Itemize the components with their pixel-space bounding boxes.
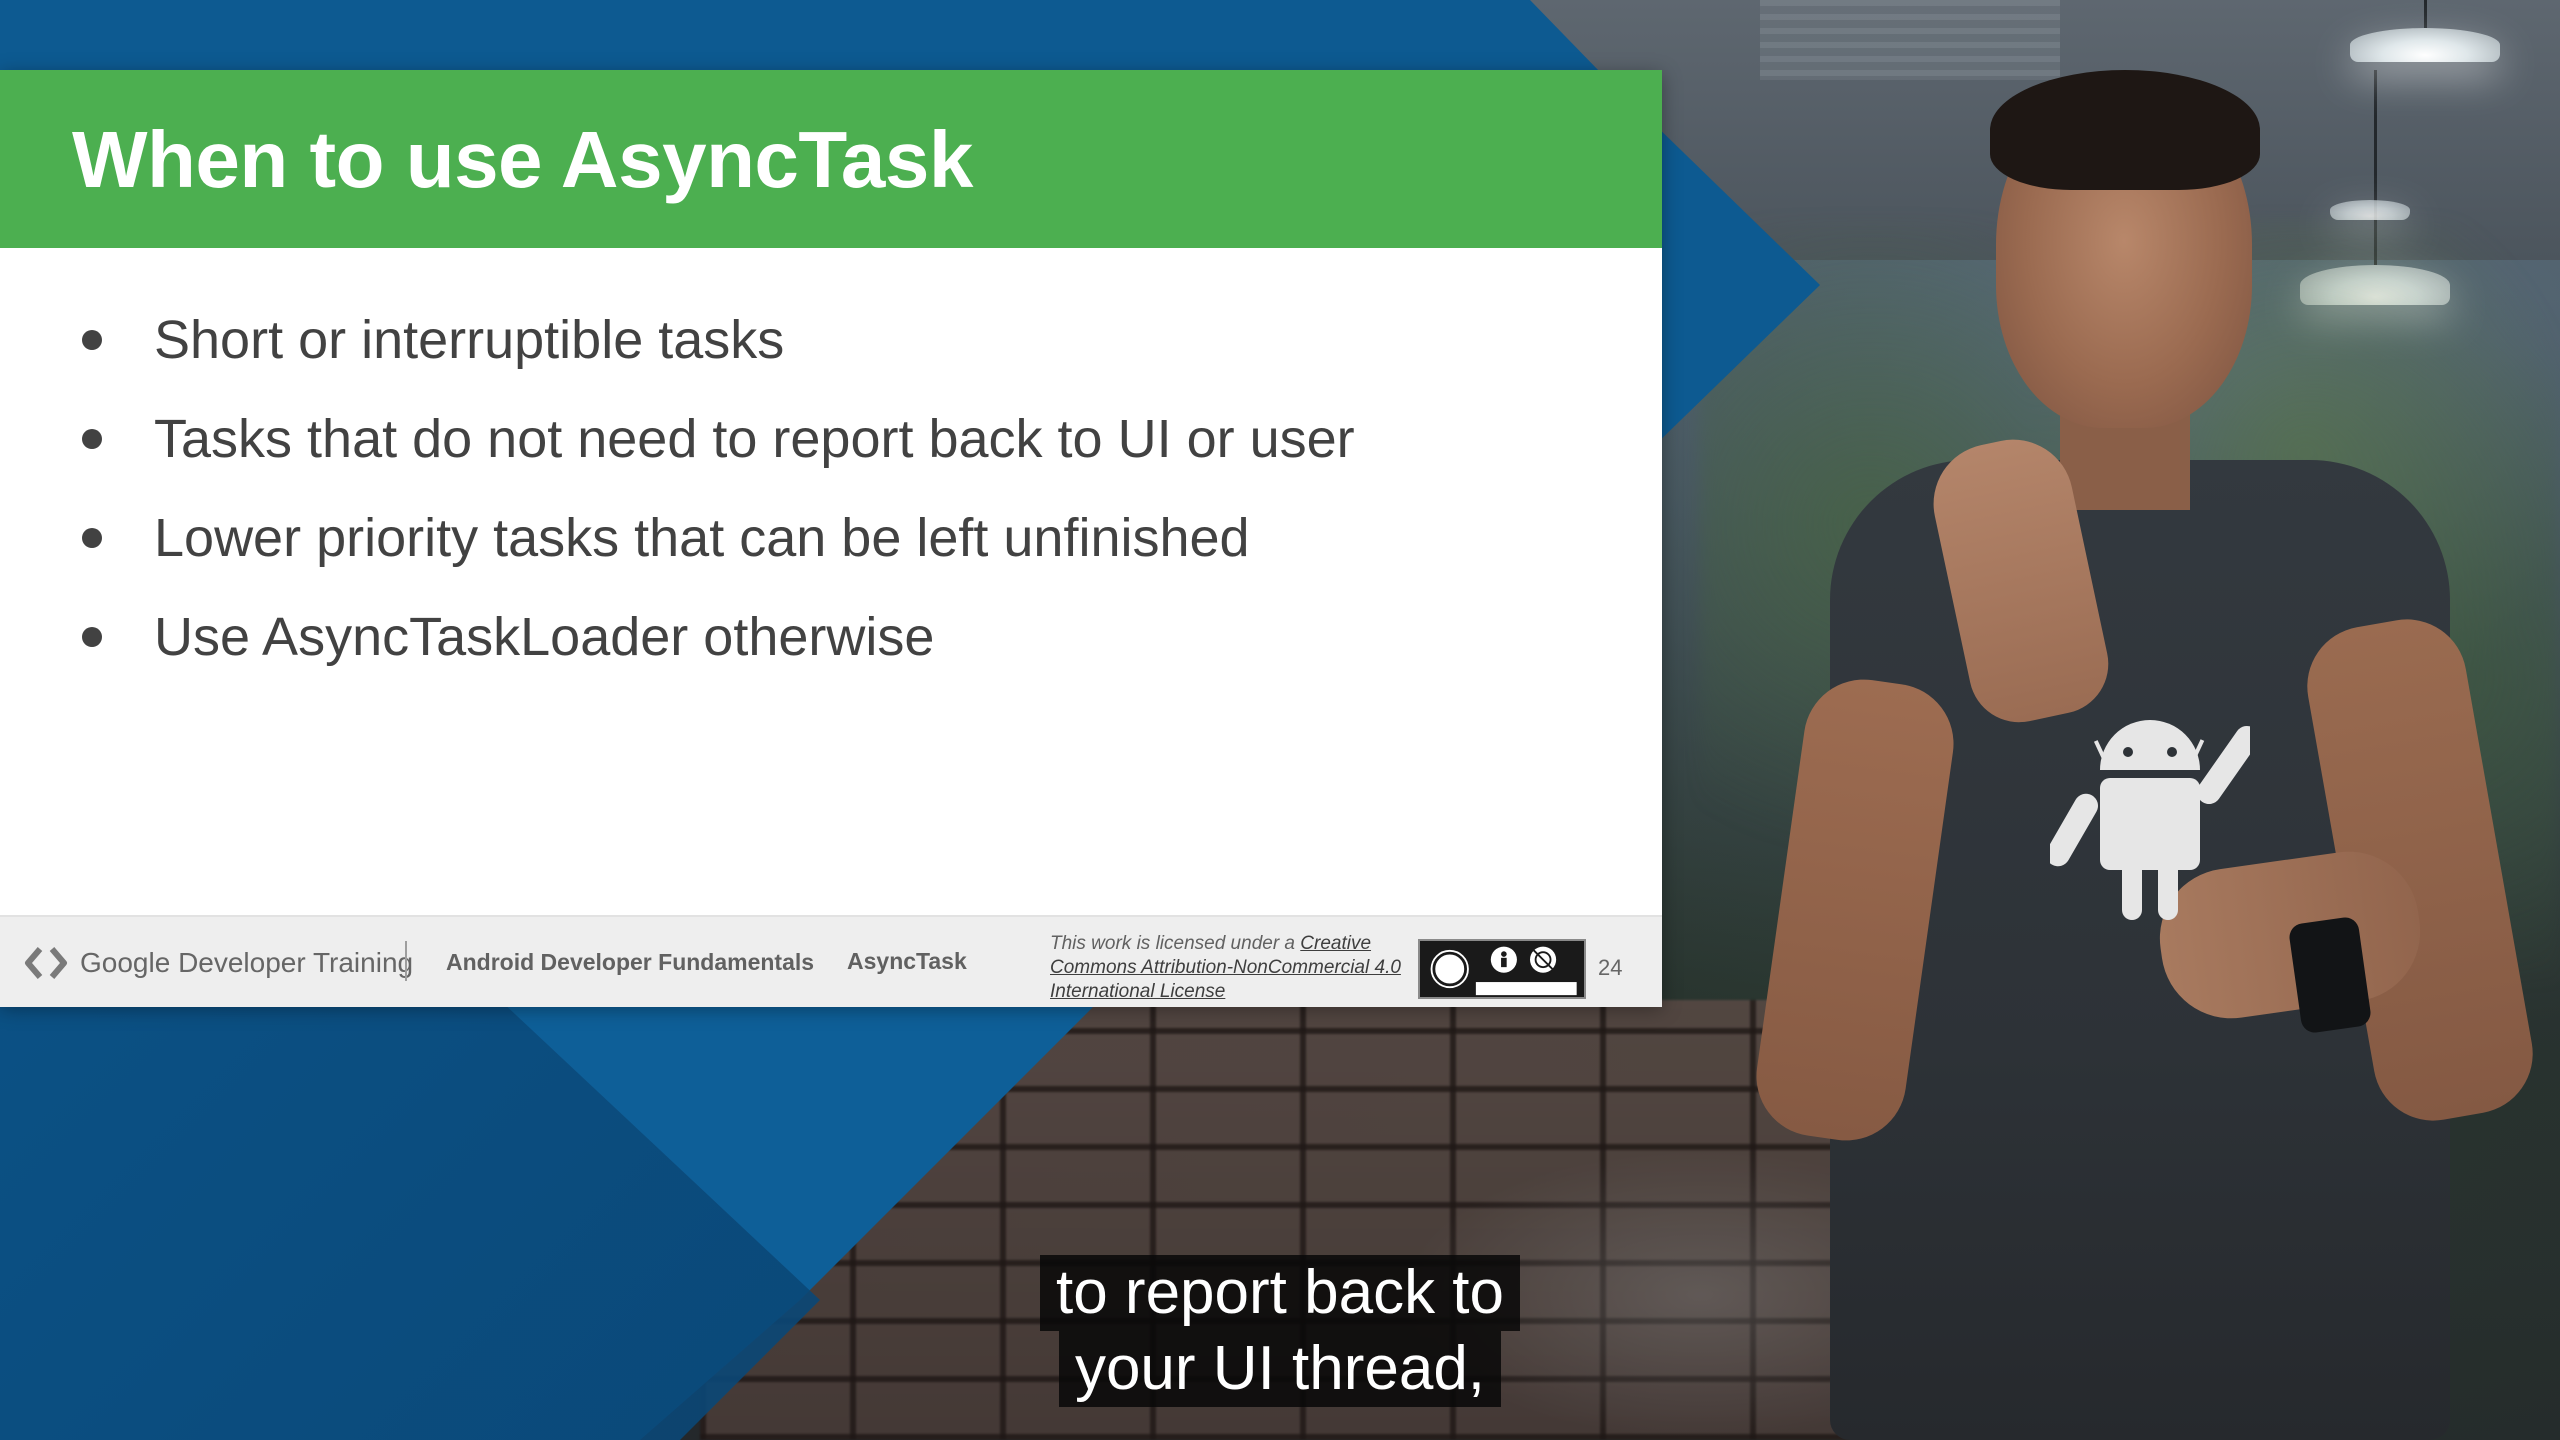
bullet-list: Short or interruptible tasks Tasks that … bbox=[82, 290, 1355, 686]
footer-brand: Google Developer Training bbox=[80, 947, 414, 978]
creative-commons-by-nc-badge-icon[interactable] bbox=[1418, 939, 1586, 999]
bullet-item: Tasks that do not need to report back to… bbox=[82, 389, 1355, 488]
footer-divider bbox=[405, 941, 407, 981]
lamp-cord bbox=[2424, 0, 2427, 30]
pendant-lamp bbox=[2350, 28, 2500, 62]
bullet-text: Tasks that do not need to report back to… bbox=[154, 408, 1355, 469]
google-developers-chevrons-icon bbox=[25, 947, 67, 979]
bullet-dot bbox=[82, 626, 102, 647]
bullet-item: Use AsyncTaskLoader otherwise bbox=[82, 587, 1355, 686]
caption-row: your UI thread, bbox=[0, 1331, 2560, 1407]
footer-course: Android Developer Fundamentals bbox=[446, 949, 815, 975]
presentation-slide: When to use AsyncTask Short or interrupt… bbox=[0, 70, 1662, 1007]
smartwatch bbox=[2287, 915, 2373, 1035]
slide-title: When to use AsyncTask bbox=[72, 115, 973, 204]
caption-line: to report back to bbox=[1039, 1255, 1521, 1331]
android-robot-icon bbox=[2050, 720, 2250, 920]
blue-banner-top bbox=[0, 0, 1600, 72]
caption-line: your UI thread, bbox=[1058, 1331, 1502, 1407]
slide-header: When to use AsyncTask bbox=[0, 70, 1662, 248]
page-number: 24 bbox=[1598, 955, 1623, 980]
license-prefix: This work is licensed under a bbox=[1050, 933, 1301, 954]
bullet-dot bbox=[82, 428, 102, 449]
presenter bbox=[1740, 60, 2560, 1440]
bullet-dot bbox=[82, 329, 102, 350]
bullet-dot bbox=[82, 527, 102, 548]
bullet-item: Short or interruptible tasks bbox=[82, 290, 1355, 389]
video-captions: to report back to your UI thread, bbox=[0, 1255, 2560, 1407]
footer-topic: AsyncTask bbox=[847, 948, 967, 974]
license-notice: This work is licensed under a Creative C… bbox=[1050, 932, 1410, 1004]
slide-footer: Google Developer Training Android Develo… bbox=[0, 915, 1662, 1007]
caption-row: to report back to bbox=[0, 1255, 2560, 1331]
presenter-hair bbox=[1990, 70, 2260, 190]
bullet-text: Lower priority tasks that can be left un… bbox=[154, 507, 1250, 568]
bullet-item: Lower priority tasks that can be left un… bbox=[82, 488, 1355, 587]
bullet-text: Short or interruptible tasks bbox=[154, 309, 785, 370]
bullet-text: Use AsyncTaskLoader otherwise bbox=[154, 606, 935, 667]
